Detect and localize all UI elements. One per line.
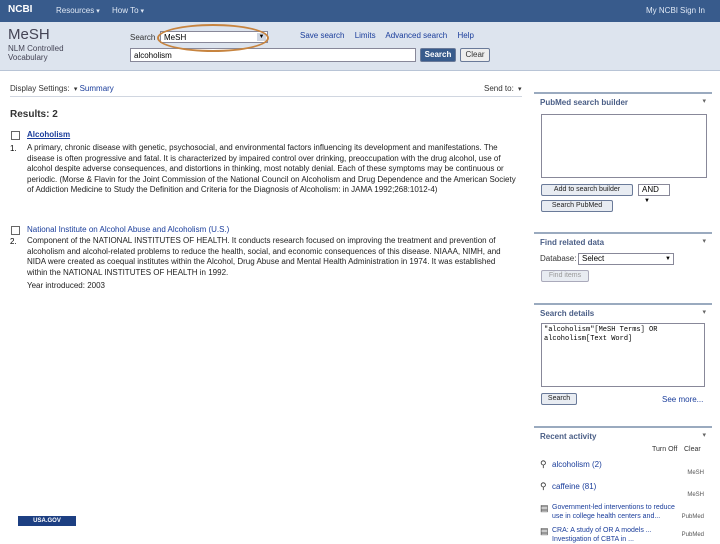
my-ncbi-link[interactable]: My NCBI xyxy=(646,6,678,15)
collapse-icon[interactable]: ▾ xyxy=(702,97,706,105)
search-builder-textarea[interactable] xyxy=(541,114,707,178)
panel-title: Find related data xyxy=(540,238,605,247)
display-settings-label: Display Settings: xyxy=(10,84,70,93)
search-header: MeSH NLM Controlled Vocabulary Search Me… xyxy=(0,22,720,71)
chevron-down-icon: ▼ xyxy=(644,198,650,204)
resources-label: Resources xyxy=(56,6,95,15)
see-more-link[interactable]: See more... xyxy=(662,395,703,404)
display-settings[interactable]: Display Settings: ▾ Summary xyxy=(10,84,114,93)
panel-title: Recent activity xyxy=(540,432,597,441)
advanced-search-link[interactable]: Advanced search xyxy=(385,31,447,40)
chevron-down-icon: ▼ xyxy=(665,256,671,262)
recent-activity-item[interactable]: caffeine (81) xyxy=(552,482,596,491)
divider xyxy=(10,96,522,97)
related-database-value: Select xyxy=(582,254,605,263)
pubmed-search-builder-panel: PubMed search builder ▾ Add to search bu… xyxy=(534,92,712,216)
related-database-select[interactable]: Select ▼ xyxy=(578,253,674,265)
magnifier-icon: ⚲ xyxy=(540,459,547,469)
search-details-query[interactable]: "alcoholism"[MeSH Terms] OR alcoholism[T… xyxy=(541,323,705,387)
result-title-link[interactable]: National Institute on Alcohol Abuse and … xyxy=(27,225,229,234)
panel-title: Search details xyxy=(540,309,595,318)
collapse-icon[interactable]: ▾ xyxy=(702,237,706,245)
add-to-search-builder-button[interactable]: Add to search builder xyxy=(541,184,633,196)
save-search-link[interactable]: Save search xyxy=(300,31,344,40)
recent-activity-db: MeSH xyxy=(687,492,704,498)
search-details-panel: Search details ▾ "alcoholism"[MeSH Terms… xyxy=(534,303,712,413)
result-year-introduced: Year introduced: 2003 xyxy=(27,281,105,290)
search-details-button[interactable]: Search xyxy=(541,393,577,405)
operator-value: AND xyxy=(642,185,659,194)
chevron-down-icon: ▾ xyxy=(73,86,78,93)
recent-activity-item[interactable]: CRA: A study of OR A models ... Investig… xyxy=(552,526,676,544)
recent-activity-db: PubMed xyxy=(681,514,704,520)
search-button[interactable]: Search xyxy=(420,48,456,62)
sign-in-link[interactable]: Sign In xyxy=(680,6,705,15)
ncbi-logo[interactable]: NCBI xyxy=(8,4,32,15)
recent-activity-db: PubMed xyxy=(681,532,704,538)
recent-activity-db: MeSH xyxy=(687,470,704,476)
right-sidebar: PubMed search builder ▾ Add to search bu… xyxy=(534,88,712,544)
logo-subtitle: NLM Controlled Vocabulary xyxy=(8,44,64,62)
chevron-down-icon: ▾ xyxy=(96,8,100,15)
resources-menu[interactable]: Resources ▾ xyxy=(56,6,100,15)
highlight-oval xyxy=(157,24,269,52)
result-checkbox[interactable] xyxy=(11,226,20,235)
result-description: A primary, chronic disease with genetic,… xyxy=(27,143,516,194)
send-to-label: Send to: xyxy=(484,84,514,93)
chevron-down-icon: ▾ xyxy=(140,8,145,15)
panel-title: PubMed search builder xyxy=(540,98,629,107)
database-label: Database: xyxy=(540,254,577,263)
document-icon: ▤ xyxy=(540,503,549,513)
search-label: Search xyxy=(130,33,156,42)
find-related-data-panel: Find related data ▾ Database: Select ▼ F… xyxy=(534,232,712,294)
document-icon: ▤ xyxy=(540,526,549,536)
result-checkbox[interactable] xyxy=(11,131,20,140)
howto-menu[interactable]: How To ▾ xyxy=(112,6,144,15)
operator-select[interactable]: AND ▼ xyxy=(638,184,670,204)
results-count: Results: 2 xyxy=(10,109,58,120)
clear-button[interactable]: Clear xyxy=(460,48,490,62)
search-input[interactable]: alcoholism xyxy=(130,48,416,62)
clear-activity-link[interactable]: Clear xyxy=(684,446,701,453)
recent-activity-item[interactable]: alcoholism (2) xyxy=(552,460,602,469)
help-link[interactable]: Help xyxy=(457,31,473,40)
display-format-value: Summary xyxy=(79,84,114,93)
ncbi-top-bar: NCBI Resources ▾ How To ▾ My NCBI Sign In xyxy=(0,0,720,22)
result-number: 1. xyxy=(10,144,17,153)
chevron-down-icon: ▾ xyxy=(518,86,522,93)
result-description: Component of the NATIONAL INSTITUTES OF … xyxy=(27,236,501,277)
recent-activity-panel: Recent activity ▾ Turn Off Clear ⚲ alcoh… xyxy=(534,426,712,544)
send-to-menu[interactable]: Send to: ▾ xyxy=(484,84,522,93)
header-links: Save search Limits Advanced search Help xyxy=(300,31,482,40)
howto-label: How To xyxy=(112,6,139,15)
find-items-button[interactable]: Find items xyxy=(541,270,589,282)
recent-activity-item[interactable]: Government-led interventions to reduce u… xyxy=(552,503,684,521)
result-title-link[interactable]: Alcoholism xyxy=(27,130,70,139)
collapse-icon[interactable]: ▾ xyxy=(702,308,706,316)
result-number: 2. xyxy=(10,237,17,246)
usagov-logo[interactable]: USA.GOV xyxy=(18,516,76,526)
mesh-logo[interactable]: MeSH xyxy=(8,26,50,43)
collapse-icon[interactable]: ▾ xyxy=(702,431,706,439)
turn-off-link[interactable]: Turn Off xyxy=(652,446,677,453)
magnifier-icon: ⚲ xyxy=(540,481,547,491)
limits-link[interactable]: Limits xyxy=(355,31,376,40)
search-pubmed-button[interactable]: Search PubMed xyxy=(541,200,613,212)
